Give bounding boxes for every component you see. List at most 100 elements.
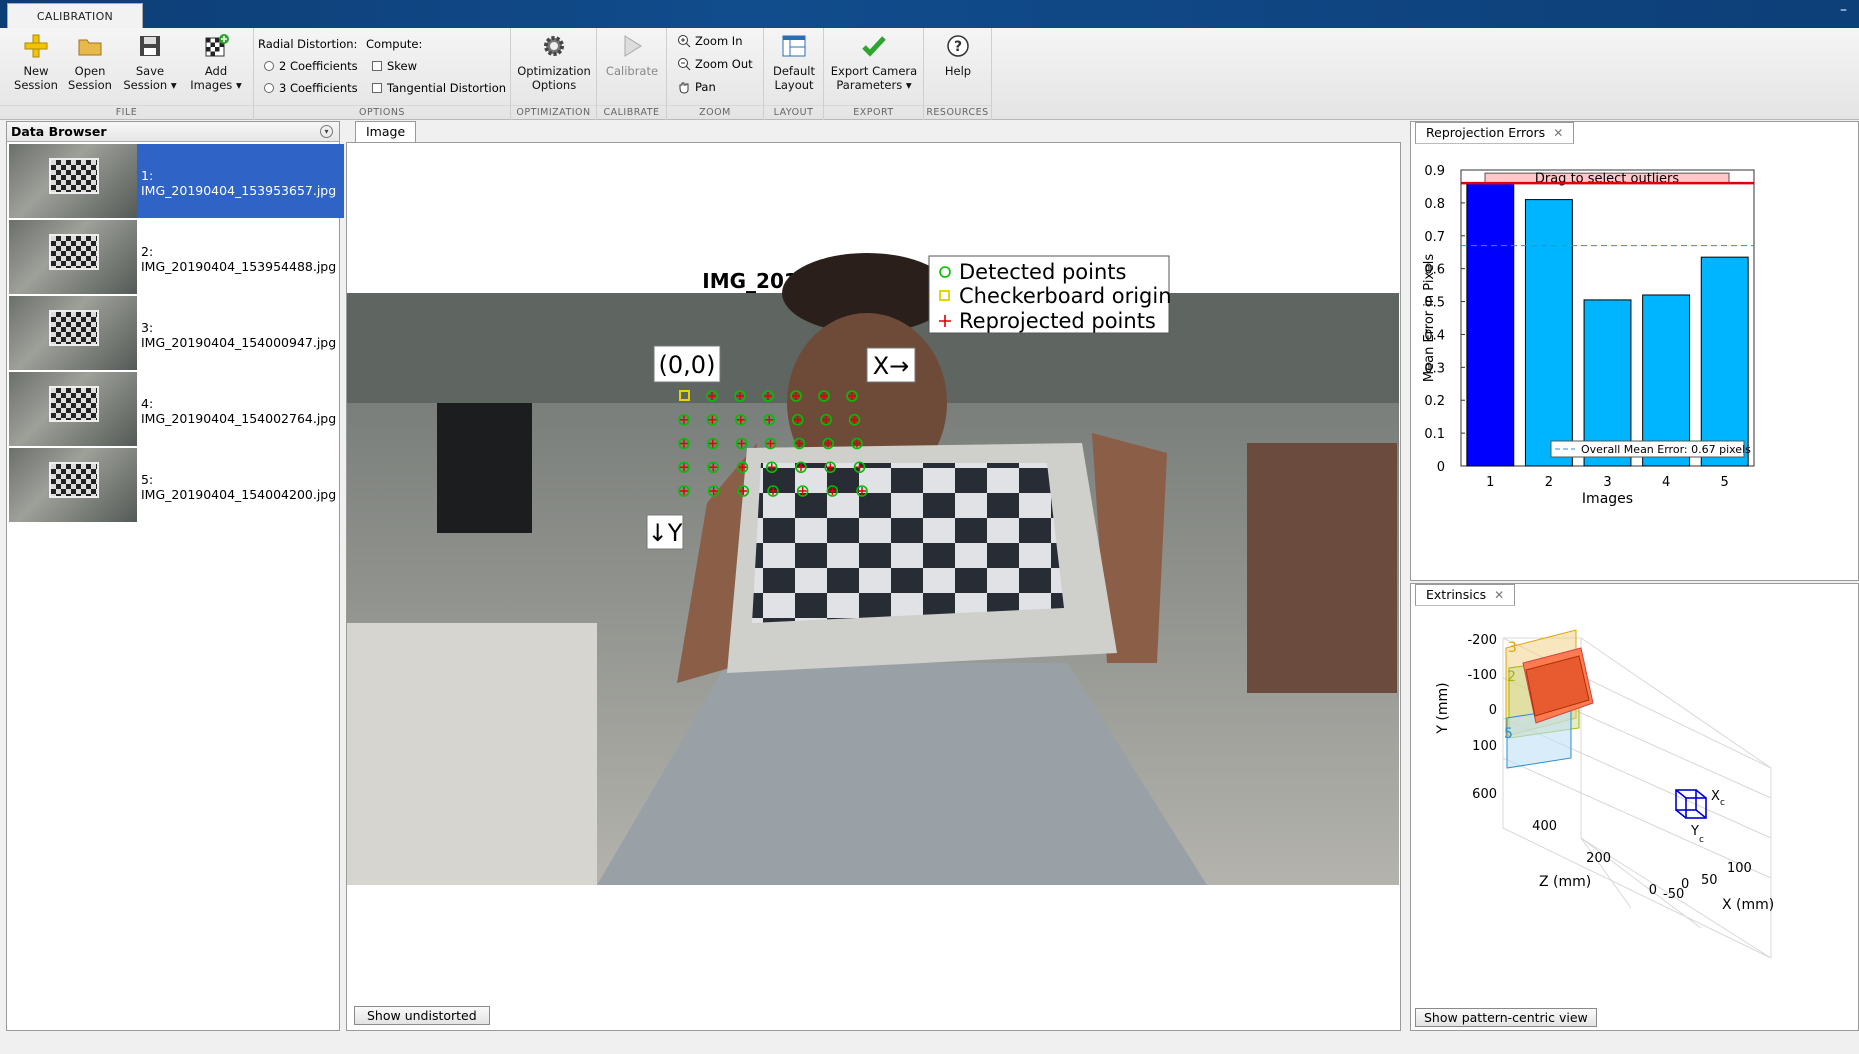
skew-checkbox[interactable]: Skew	[372, 59, 417, 73]
x-tick-label: 3	[1603, 475, 1611, 490]
item-filename: IMG_20190404_154000947.jpg	[141, 335, 337, 350]
reprojection-errors-tab[interactable]: Reprojection Errors ✕	[1415, 122, 1575, 144]
open-session-button[interactable]: Open Session	[62, 32, 118, 92]
checkerboard-thumbnail	[49, 462, 99, 498]
data-browser-item[interactable]: 3: IMG_20190404_154000947.jpg	[9, 296, 344, 370]
image-thumbnail	[9, 144, 137, 218]
x-axis-ticks: -50 0 50 100	[1663, 861, 1752, 902]
radial-label-text: Radial Distortion:	[258, 37, 358, 51]
data-browser-item[interactable]: 1: IMG_20190404_153953657.jpg	[9, 144, 344, 218]
extrinsics-tab-label: Extrinsics	[1426, 587, 1487, 602]
layout-icon	[782, 35, 806, 57]
image-thumbnail	[9, 220, 137, 294]
board-label: 3	[1508, 640, 1517, 656]
x-tick-label: 1	[1486, 475, 1494, 490]
y-tick: -100	[1467, 668, 1497, 683]
extrinsics-3d-view[interactable]: 3 2 5 X c Y c -200 -100 0 100 Y (mm) 600	[1411, 608, 1858, 1008]
x-tick: 50	[1701, 873, 1718, 888]
camera-y-sub: c	[1699, 835, 1704, 845]
item-index: 5:	[141, 472, 154, 487]
radial-2-coefficients-radio[interactable]: 2 Coefficients	[264, 59, 358, 73]
default-layout-label-1: Default	[772, 64, 816, 78]
save-session-label-1: Save	[135, 64, 165, 78]
legend-origin: Checkerboard origin	[959, 284, 1172, 308]
extrinsics-tab[interactable]: Extrinsics ✕	[1415, 584, 1516, 606]
reprojection-error-chart[interactable]: 00.10.20.30.40.50.60.70.80.91 2 3 4 5Drag to…	[1411, 144, 1858, 580]
image-view[interactable]: IMG_20190404_153953657.jpg (0,0)	[347, 143, 1400, 1030]
show-pattern-centric-view-button[interactable]: Show pattern-centric view	[1415, 1008, 1597, 1027]
error-bar	[1700, 256, 1749, 467]
add-images-button[interactable]: Add Images ▾	[184, 32, 248, 92]
help-button[interactable]: ? Help	[928, 32, 988, 78]
x-axis-title: X (mm)	[1722, 897, 1774, 913]
calibration-tab[interactable]: CALIBRATION	[7, 3, 143, 29]
image-legend: Detected points Checkerboard origin Repr…	[928, 255, 1172, 334]
camera-x-label: X	[1711, 789, 1720, 804]
image-panel: IMG_20190404_153953657.jpg (0,0)	[346, 142, 1401, 1031]
panel-menu-icon[interactable]: ▾	[320, 125, 333, 138]
calibration-boards: 3 2 5	[1504, 629, 1594, 769]
y-tick-label: 0.2	[1424, 394, 1445, 409]
x-tick-label: 2	[1545, 475, 1553, 490]
optimization-options-button[interactable]: Optimization Options	[515, 32, 593, 92]
hand-icon	[679, 82, 689, 94]
thumbnail-caption: 5: IMG_20190404_154004200.jpg	[137, 448, 336, 522]
export-group-label: EXPORT	[824, 105, 923, 118]
calibrate-button[interactable]: Calibrate	[601, 32, 663, 78]
export-label-1: Export Camera	[830, 64, 918, 78]
checkerboard-thumbnail	[49, 310, 99, 346]
image-tab[interactable]: Image	[355, 121, 417, 143]
add-images-icon	[205, 34, 229, 57]
y-tick: 0	[1489, 703, 1497, 718]
zoom-in-button[interactable]: Zoom In	[677, 34, 743, 48]
y-tick: 100	[1472, 739, 1497, 754]
export-camera-parameters-button[interactable]: Export Camera Parameters ▾	[826, 32, 922, 92]
close-icon[interactable]: ✕	[1494, 588, 1504, 602]
optimization-group-label: OPTIMIZATION	[511, 105, 596, 118]
tangential-distortion-checkbox[interactable]: Tangential Distortion	[372, 81, 506, 95]
save-session-label-2: Session ▾	[123, 78, 177, 92]
error-bar	[1524, 199, 1573, 467]
item-filename: IMG_20190404_153953657.jpg	[141, 183, 337, 198]
radial-option-label: 3 Coefficients	[279, 81, 358, 95]
x-axis-label: X→	[873, 352, 910, 380]
y-tick-label: 0.1	[1424, 427, 1445, 442]
minimize-icon[interactable]: –	[1840, 2, 1847, 18]
close-icon[interactable]: ✕	[1553, 126, 1563, 140]
zoom-group-label: ZOOM	[667, 105, 763, 118]
image-tab-label: Image	[366, 124, 406, 139]
z-axis-title: Z (mm)	[1539, 874, 1591, 890]
reprojection-errors-panel: Reprojection Errors ✕ 0 0.1 0.2 0.3 0.4 0.5 0.6…	[1410, 121, 1859, 581]
camera-x-sub: c	[1720, 798, 1725, 808]
radio-icon	[264, 83, 274, 93]
file-group: New Session Open Session Save Session ▾ …	[0, 28, 254, 120]
help-label: Help	[944, 64, 972, 78]
legend-reprojected: Reprojected points	[959, 309, 1156, 333]
data-browser-item[interactable]: 2: IMG_20190404_153954488.jpg	[9, 220, 344, 294]
x-tick: 100	[1727, 861, 1752, 876]
calibrate-group: Calibrate CALIBRATE	[597, 28, 667, 120]
item-filename: IMG_20190404_154002764.jpg	[141, 411, 337, 426]
save-session-button[interactable]: Save Session ▾	[117, 32, 183, 92]
data-browser-item[interactable]: 4: IMG_20190404_154002764.jpg	[9, 372, 344, 446]
calibrate-group-label: CALIBRATE	[597, 105, 666, 118]
pan-button[interactable]: Pan	[677, 80, 716, 94]
x-tick-label: 5	[1721, 475, 1729, 490]
image-thumbnail	[9, 448, 137, 522]
show-undistorted-button[interactable]: Show undistorted	[354, 1006, 490, 1025]
y-tick-label: 0.9	[1424, 164, 1445, 179]
x-tick-label: 4	[1662, 475, 1670, 490]
origin-label: (0,0)	[659, 351, 716, 379]
default-layout-button[interactable]: Default Layout	[766, 32, 822, 92]
export-label-2: Parameters ▾	[836, 78, 912, 92]
new-session-button[interactable]: New Session	[8, 32, 64, 92]
checkerboard-thumbnail	[49, 386, 99, 422]
radial-3-coefficients-radio[interactable]: 3 Coefficients	[264, 81, 358, 95]
item-index: 3:	[141, 320, 154, 335]
help-icon: ?	[947, 35, 969, 57]
z-tick: 0	[1649, 883, 1657, 898]
zoom-out-button[interactable]: Zoom Out	[677, 57, 753, 71]
layout-group-label: LAYOUT	[764, 105, 823, 118]
data-browser-item[interactable]: 5: IMG_20190404_154004200.jpg	[9, 448, 344, 522]
options-group-label: OPTIONS	[254, 105, 510, 118]
